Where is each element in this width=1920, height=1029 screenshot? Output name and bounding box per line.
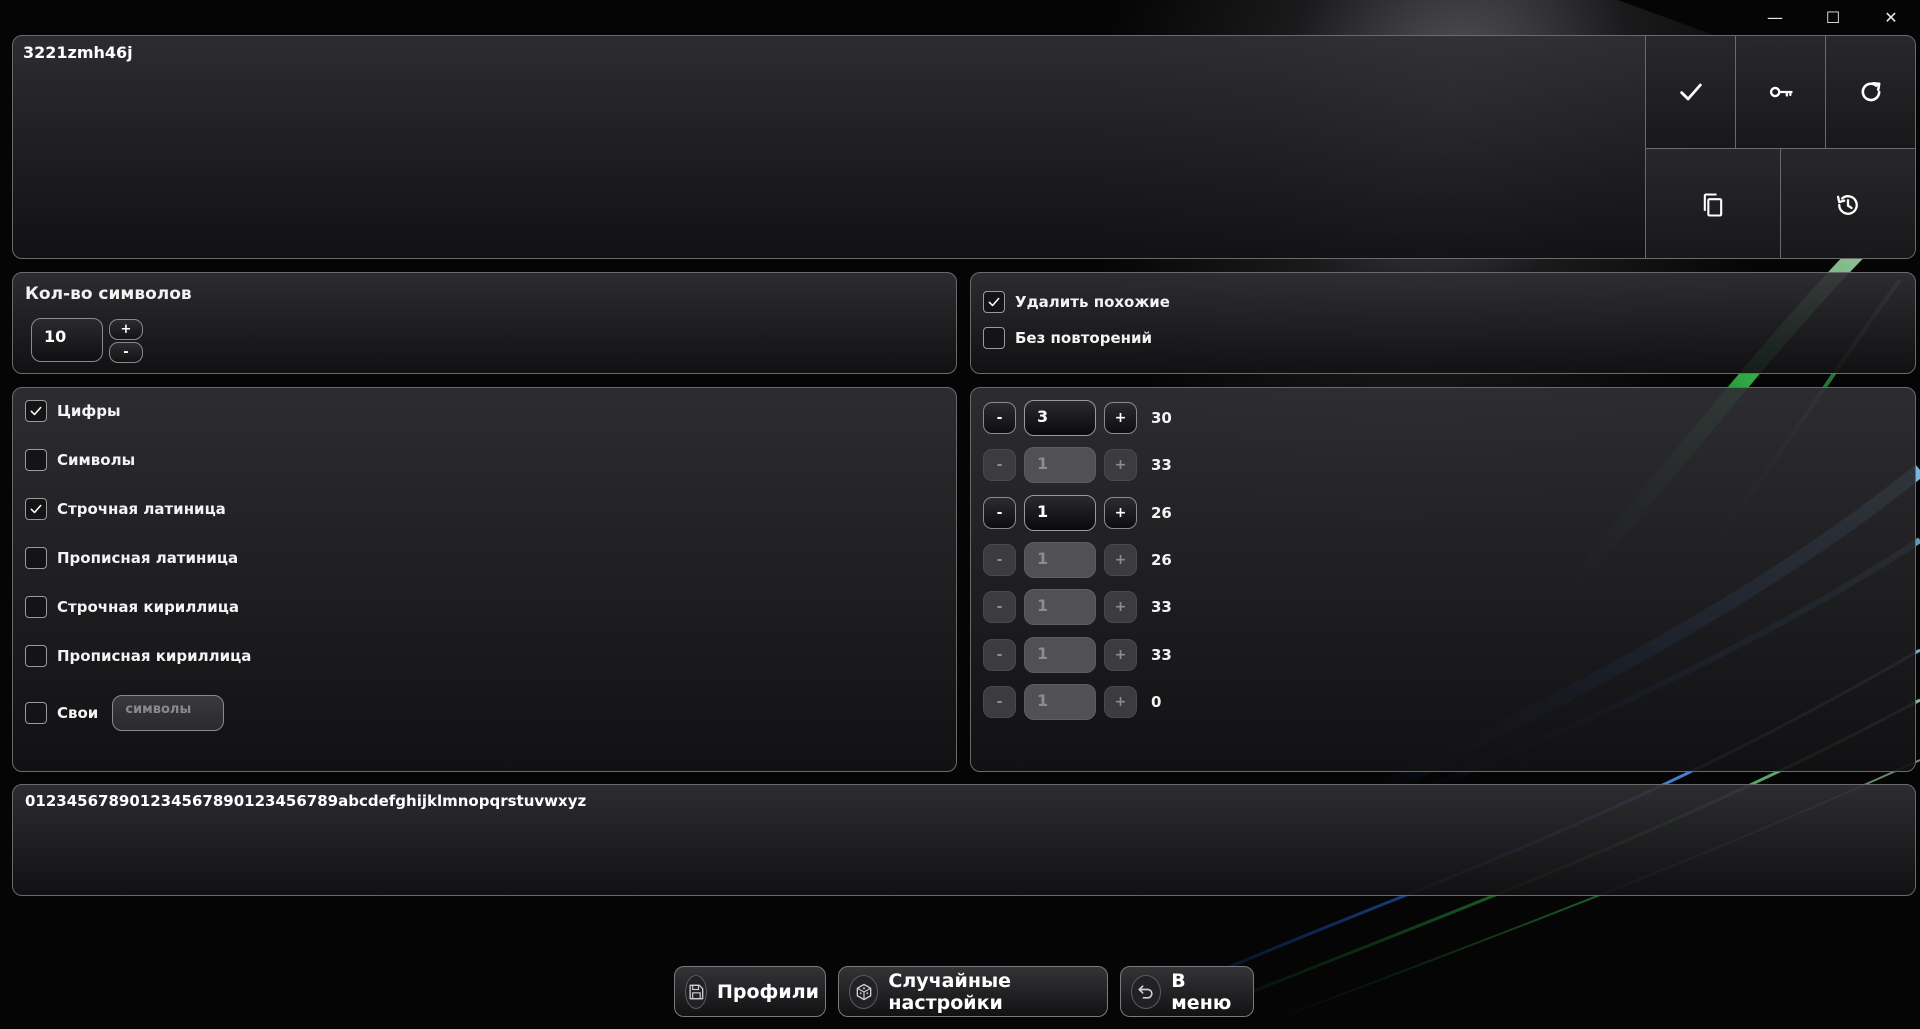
copy-button[interactable] <box>1645 148 1780 258</box>
count-increment-button[interactable]: + <box>1104 402 1137 434</box>
minimize-button[interactable]: — <box>1746 0 1804 34</box>
checkbox[interactable] <box>25 702 47 724</box>
charset-symbols[interactable]: Символы <box>25 449 135 471</box>
count-decrement-button[interactable]: - <box>983 497 1016 529</box>
count-row-digits: - 3 + 30 <box>983 400 1172 436</box>
password-output[interactable]: 3221zmh46j <box>23 43 133 62</box>
charset-total: 0 <box>1151 693 1162 711</box>
profiles-label: Профили <box>717 980 819 1003</box>
count-row-custom: - 1 + 0 <box>983 684 1161 720</box>
count-increment-button[interactable]: + <box>1104 544 1137 576</box>
count-input[interactable]: 3 <box>1024 400 1096 436</box>
count-input[interactable]: 1 <box>1024 684 1096 720</box>
count-decrement-button[interactable]: - <box>983 591 1016 623</box>
charset-label: Символы <box>57 451 136 469</box>
count-row-lower-latin: - 1 + 26 <box>983 495 1172 531</box>
count-input[interactable]: 1 <box>1024 447 1096 483</box>
charset-total: 33 <box>1151 598 1172 616</box>
save-icon <box>685 974 707 1009</box>
count-row-upper-latin: - 1 + 26 <box>983 542 1172 578</box>
charset-label: Цифры <box>57 402 121 420</box>
count-input[interactable]: 1 <box>1024 637 1096 673</box>
count-input[interactable]: 1 <box>1024 495 1096 531</box>
random-settings-button[interactable]: Случайные настройки <box>838 966 1108 1017</box>
length-title: Кол-во символов <box>25 284 192 304</box>
menu-label: В меню <box>1171 969 1232 1014</box>
checkbox[interactable] <box>25 645 47 667</box>
window-controls: — ☐ ✕ <box>1746 0 1920 34</box>
checkbox[interactable] <box>25 547 47 569</box>
action-buttons <box>1645 36 1915 258</box>
count-decrement-button[interactable]: - <box>983 402 1016 434</box>
count-row-lower-cyrillic: - 1 + 33 <box>983 589 1172 625</box>
length-panel: Кол-во символов 10 + - <box>12 272 957 374</box>
charset-digits[interactable]: Цифры <box>25 400 121 422</box>
copy-icon <box>1703 192 1723 217</box>
charset-label: Строчная кириллица <box>57 598 240 616</box>
option-label: Без повторений <box>1015 329 1152 347</box>
counts-panel: - 3 + 30 - 1 + 33 - 1 + 26 - 1 + 26 - 1 … <box>970 387 1916 772</box>
count-increment-button[interactable]: + <box>1104 497 1137 529</box>
refresh-button[interactable] <box>1825 36 1915 148</box>
count-increment-button[interactable]: + <box>1104 686 1137 718</box>
count-decrement-button[interactable]: - <box>983 639 1016 671</box>
charset-total: 26 <box>1151 551 1172 569</box>
custom-symbols-input[interactable]: символы <box>112 695 225 731</box>
charset-upper-cyrillic[interactable]: Прописная кириллица <box>25 645 251 667</box>
history-button[interactable] <box>1780 148 1915 258</box>
charset-label: Прописная кириллица <box>57 647 252 665</box>
length-increment-button[interactable]: + <box>109 319 143 340</box>
charset-label: Свои <box>57 704 99 722</box>
password-output-panel: 3221zmh46j <box>12 35 1916 259</box>
random-settings-label: Случайные настройки <box>888 969 1012 1014</box>
alphabet-panel: 012345678901234567890123456789abcdefghij… <box>12 784 1916 896</box>
checkbox[interactable] <box>983 291 1005 313</box>
option-no-repeats[interactable]: Без повторений <box>983 327 1152 349</box>
charset-lower-latin[interactable]: Строчная латиница <box>25 498 226 520</box>
count-increment-button[interactable]: + <box>1104 449 1137 481</box>
checkbox[interactable] <box>25 449 47 471</box>
charset-total: 30 <box>1151 409 1172 427</box>
back-to-menu-button[interactable]: В меню <box>1120 966 1254 1017</box>
charset-upper-latin[interactable]: Прописная латиница <box>25 547 238 569</box>
count-decrement-button[interactable]: - <box>983 544 1016 576</box>
checkbox[interactable] <box>983 327 1005 349</box>
count-input[interactable]: 1 <box>1024 589 1096 625</box>
count-increment-button[interactable]: + <box>1104 591 1137 623</box>
count-row-symbols: - 1 + 33 <box>983 447 1172 483</box>
charset-panel: Цифры Символы Строчная латиница Прописна… <box>12 387 957 772</box>
undo-icon <box>1131 974 1162 1009</box>
alphabet-preview: 012345678901234567890123456789abcdefghij… <box>25 792 587 810</box>
count-decrement-button[interactable]: - <box>983 686 1016 718</box>
refresh-icon <box>1861 81 1880 102</box>
charset-label: Прописная латиница <box>57 549 239 567</box>
charset-total: 26 <box>1151 504 1172 522</box>
length-decrement-button[interactable]: - <box>109 342 143 363</box>
key-icon <box>1769 86 1793 98</box>
checkmark-icon <box>1679 83 1702 101</box>
maximize-button[interactable]: ☐ <box>1804 0 1862 34</box>
charset-total: 33 <box>1151 456 1172 474</box>
count-row-upper-cyrillic: - 1 + 33 <box>983 637 1172 673</box>
count-increment-button[interactable]: + <box>1104 639 1137 671</box>
history-icon <box>1836 194 1858 215</box>
charset-label: Строчная латиница <box>57 500 226 518</box>
count-input[interactable]: 1 <box>1024 542 1096 578</box>
option-label: Удалить похожие <box>1015 293 1170 311</box>
generate-key-button[interactable] <box>1735 36 1825 148</box>
checkbox[interactable] <box>25 498 47 520</box>
apply-button[interactable] <box>1645 36 1735 148</box>
count-decrement-button[interactable]: - <box>983 449 1016 481</box>
length-input[interactable]: 10 <box>31 318 103 362</box>
options-panel: Удалить похожие Без повторений <box>970 272 1916 374</box>
charset-total: 33 <box>1151 646 1172 664</box>
dice-icon <box>849 974 879 1009</box>
profiles-button[interactable]: Профили <box>674 966 826 1017</box>
charset-custom[interactable]: Свои символы <box>25 695 225 731</box>
checkbox[interactable] <box>25 400 47 422</box>
checkbox[interactable] <box>25 596 47 618</box>
charset-lower-cyrillic[interactable]: Строчная кириллица <box>25 596 239 618</box>
close-button[interactable]: ✕ <box>1862 0 1920 34</box>
option-remove-similar[interactable]: Удалить похожие <box>983 291 1170 313</box>
